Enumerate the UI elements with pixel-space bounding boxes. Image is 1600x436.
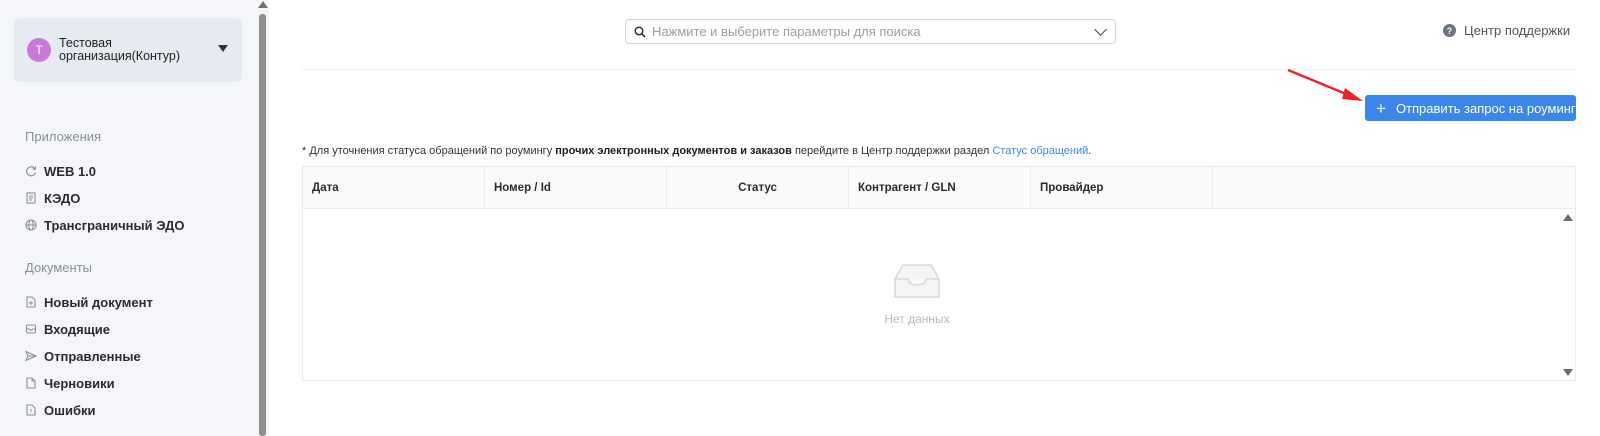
sidebar-item-label: WEB 1.0 xyxy=(44,163,97,179)
new-document-icon xyxy=(26,296,36,308)
note-suffix: . xyxy=(1088,145,1092,157)
caret-down-icon xyxy=(218,45,228,52)
section-title-documents: Документы xyxy=(25,260,93,275)
sidebar-item-label: Трансграничный ЭДО xyxy=(44,217,185,233)
sidebar-item-label: Входящие xyxy=(44,321,110,337)
column-header-extra xyxy=(1213,167,1575,209)
annotation-arrow-icon xyxy=(1287,68,1363,101)
search-input[interactable] xyxy=(652,24,1092,39)
section-title-apps: Приложения xyxy=(25,129,102,144)
refresh-icon xyxy=(26,166,37,177)
send-roaming-request-label: Отправить запрос на роуминг xyxy=(1395,100,1576,116)
scroll-up-arrow-icon[interactable] xyxy=(258,1,268,8)
sidebar-item-label: Отправленные xyxy=(44,348,141,364)
table-header: Дата Номер / Id Статус Контрагент / GLN … xyxy=(303,167,1575,209)
column-header-provider[interactable]: Провайдер xyxy=(1031,167,1213,209)
sidebar-item-sent[interactable]: Отправленные xyxy=(25,346,141,366)
empty-inbox-icon xyxy=(894,264,940,298)
inbox-icon xyxy=(25,324,37,334)
column-header-status[interactable]: Статус xyxy=(667,167,849,209)
search-icon xyxy=(634,25,646,38)
sidebar-item-inbox[interactable]: Входящие xyxy=(25,319,110,339)
note-prefix: * Для уточнения статуса обращений по роу… xyxy=(302,145,553,157)
sidebar-item-drafts[interactable]: Черновики xyxy=(25,373,115,393)
support-center-link[interactable]: ? Центр поддержки xyxy=(1443,23,1570,38)
sidebar-scrollbar[interactable] xyxy=(257,0,269,436)
scroll-up-arrow-icon[interactable] xyxy=(1563,214,1573,221)
sidebar-item-errors[interactable]: Ошибки xyxy=(25,400,95,420)
plus-icon: + xyxy=(1376,98,1386,118)
header-divider xyxy=(302,69,1576,70)
support-center-label: Центр поддержки xyxy=(1464,23,1571,38)
error-document-icon xyxy=(26,404,36,416)
column-header-date[interactable]: Дата xyxy=(303,167,485,209)
avatar: Т xyxy=(27,38,51,62)
note-bold: прочих электронных документов и заказов xyxy=(555,145,792,157)
draft-icon xyxy=(26,377,36,389)
send-icon xyxy=(25,350,37,362)
sidebar-item-label: КЭДО xyxy=(44,190,81,206)
help-icon: ? xyxy=(1443,24,1456,37)
sidebar-item-crossborder[interactable]: Трансграничный ЭДО xyxy=(25,215,185,235)
sidebar: Т Тестовая организация(Контур) Приложени… xyxy=(0,0,257,436)
note-middle: перейдите в Центр поддержки раздел xyxy=(794,145,990,157)
column-header-number[interactable]: Номер / Id xyxy=(485,167,667,209)
chevron-down-icon[interactable] xyxy=(1094,23,1107,36)
roaming-requests-table: Дата Номер / Id Статус Контрагент / GLN … xyxy=(302,166,1576,381)
column-header-counterparty[interactable]: Контрагент / GLN xyxy=(849,167,1031,209)
request-status-link[interactable]: Статус обращений xyxy=(992,145,1088,157)
globe-icon xyxy=(25,219,37,231)
empty-state: Нет данных xyxy=(877,261,957,326)
scroll-down-arrow-icon[interactable] xyxy=(1563,369,1573,376)
sidebar-item-label: Новый документ xyxy=(44,294,153,310)
send-roaming-request-button[interactable]: + Отправить запрос на роуминг xyxy=(1365,95,1576,121)
sidebar-item-label: Ошибки xyxy=(44,402,96,418)
search-box[interactable] xyxy=(625,19,1116,44)
sidebar-item-web[interactable]: WEB 1.0 xyxy=(25,161,96,181)
sidebar-item-kedo[interactable]: КЭДО xyxy=(25,188,80,208)
empty-state-text: Нет данных xyxy=(884,312,950,326)
scrollbar-thumb[interactable] xyxy=(259,14,266,436)
organization-name: Тестовая организация(Контур) xyxy=(59,36,181,63)
table-scrollbar[interactable] xyxy=(1560,210,1575,380)
organization-selector[interactable]: Т Тестовая организация(Контур) xyxy=(14,18,242,82)
sidebar-item-label: Черновики xyxy=(44,375,115,391)
roaming-status-note: * Для уточнения статуса обращений по роу… xyxy=(302,145,1091,157)
document-list-icon xyxy=(26,192,36,204)
sidebar-item-new-document[interactable]: Новый документ xyxy=(25,292,153,312)
